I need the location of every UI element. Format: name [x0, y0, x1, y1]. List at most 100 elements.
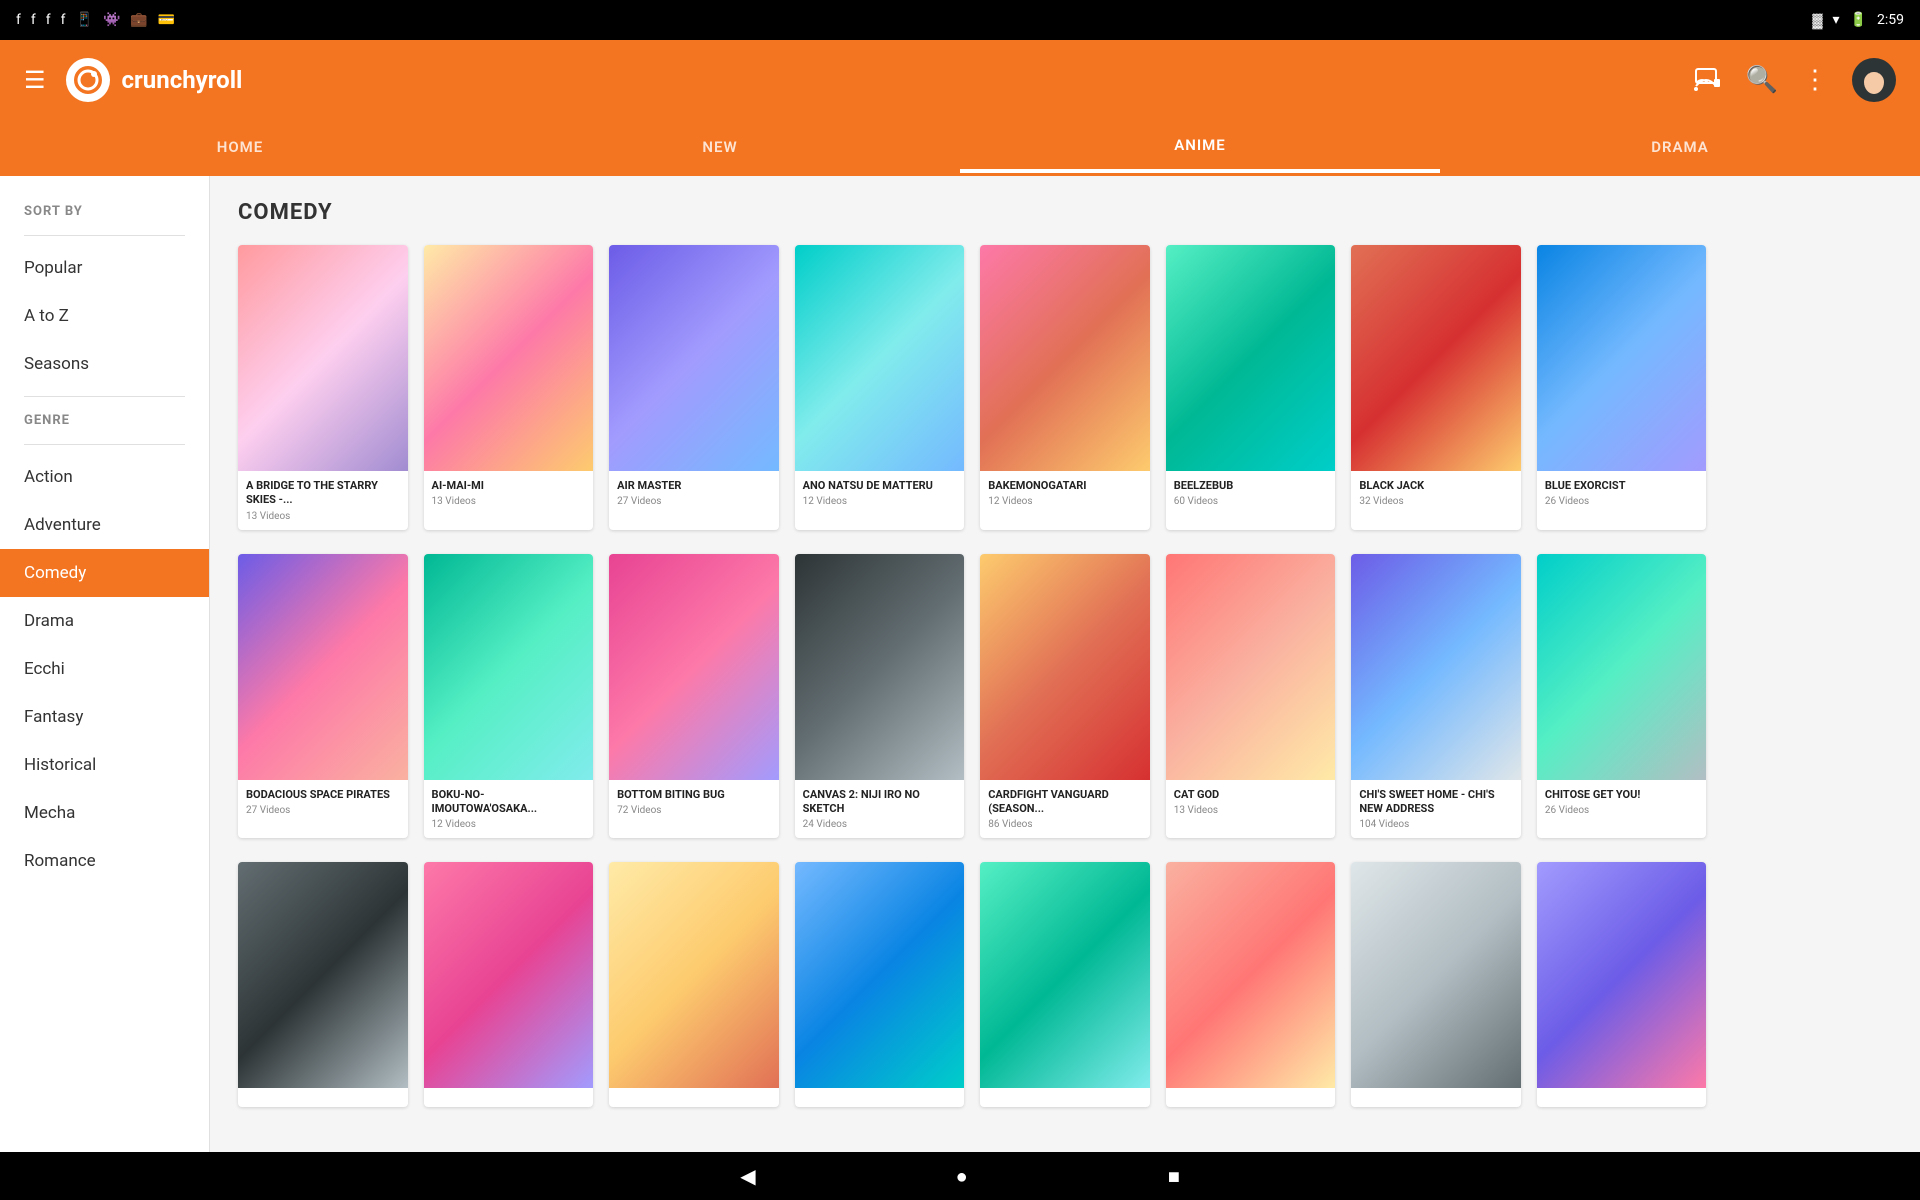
card-row1-0[interactable]: A BRIDGE TO THE STARRY SKIES -... 13 Vid…: [238, 245, 408, 530]
card-row3-4[interactable]: [980, 862, 1150, 1107]
card-title: CHITOSE GET YOU!: [1545, 788, 1699, 802]
sidebar-genre-adventure[interactable]: Adventure: [0, 501, 209, 549]
card-info: CAT GOD 13 Videos: [1166, 780, 1336, 824]
card-row3-5[interactable]: [1166, 862, 1336, 1107]
sidebar-sort-atoz[interactable]: A to Z: [0, 292, 209, 340]
section-title: COMEDY: [238, 200, 1892, 225]
logo-text: crunchyroll: [122, 66, 243, 94]
card-videos: 26 Videos: [1545, 496, 1699, 507]
sidebar-genre-romance[interactable]: Romance: [0, 837, 209, 885]
sidebar-genre-fantasy[interactable]: Fantasy: [0, 693, 209, 741]
phone-icon: 📱: [76, 12, 93, 28]
main-area: SORT BY Popular A to Z Seasons GENRE Act…: [0, 176, 1920, 1152]
card-videos: 32 Videos: [1359, 496, 1513, 507]
card-videos: 13 Videos: [432, 496, 586, 507]
card-title: CAT GOD: [1174, 788, 1328, 802]
card-row1-4[interactable]: BAKEMONOGATARI 12 Videos: [980, 245, 1150, 530]
more-icon[interactable]: ⋮: [1802, 65, 1828, 95]
card-title: BLUE EXORCIST: [1545, 479, 1699, 493]
card-info: BODACIOUS SPACE PIRATES 27 Videos: [238, 780, 408, 824]
square-button[interactable]: ■: [1168, 1164, 1180, 1189]
divider-3: [24, 444, 185, 445]
card-thumb: [238, 554, 408, 780]
card-thumb: [1351, 245, 1521, 471]
sidebar-sort-popular[interactable]: Popular: [0, 244, 209, 292]
alien-icon: 👾: [103, 12, 120, 28]
card-title: AI-MAI-MI: [432, 479, 586, 493]
card-thumb: [1166, 862, 1336, 1088]
card-row2-4[interactable]: CARDFIGHT VANGUARD (SEASON... 86 Videos: [980, 554, 1150, 839]
sidebar-genre-ecchi[interactable]: Ecchi: [0, 645, 209, 693]
card-row3-6[interactable]: [1351, 862, 1521, 1107]
card-videos: 12 Videos: [432, 819, 586, 830]
sort-by-label: SORT BY: [0, 196, 209, 227]
tab-drama[interactable]: DRAMA: [1440, 120, 1920, 173]
card-row3-2[interactable]: [609, 862, 779, 1107]
card-info: [609, 1088, 779, 1107]
card-title: BOTTOM BITING BUG: [617, 788, 771, 802]
sidebar-genre-drama[interactable]: Drama: [0, 597, 209, 645]
card-row1-1[interactable]: AI-MAI-MI 13 Videos: [424, 245, 594, 530]
fb-icon-4: f: [61, 12, 66, 28]
card-thumb: [980, 245, 1150, 471]
card-info: CARDFIGHT VANGUARD (SEASON... 86 Videos: [980, 780, 1150, 839]
card-thumb: [1537, 554, 1707, 780]
card-videos: 24 Videos: [803, 819, 957, 830]
hamburger-menu[interactable]: ☰: [24, 66, 46, 94]
signal-icon: ▓: [1812, 12, 1822, 29]
avatar[interactable]: [1852, 58, 1896, 102]
card-row2-1[interactable]: BOKU-NO-IMOUTOWA'OSAKA... 12 Videos: [424, 554, 594, 839]
sidebar-genre-historical[interactable]: Historical: [0, 741, 209, 789]
card-thumb: [424, 554, 594, 780]
card-title: BAKEMONOGATARI: [988, 479, 1142, 493]
sidebar-genre-mecha[interactable]: Mecha: [0, 789, 209, 837]
card-row3-1[interactable]: [424, 862, 594, 1107]
card-row2-5[interactable]: CAT GOD 13 Videos: [1166, 554, 1336, 839]
sidebar-genre-action[interactable]: Action: [0, 453, 209, 501]
search-icon[interactable]: 🔍: [1746, 65, 1778, 95]
card-videos: 86 Videos: [988, 819, 1142, 830]
card-row1-7[interactable]: BLUE EXORCIST 26 Videos: [1537, 245, 1707, 530]
battery-icon: 🔋: [1850, 12, 1867, 28]
row-3: [238, 862, 1892, 1107]
sidebar: SORT BY Popular A to Z Seasons GENRE Act…: [0, 176, 210, 1152]
tab-home[interactable]: HOME: [0, 120, 480, 173]
card-row2-7[interactable]: CHITOSE GET YOU! 26 Videos: [1537, 554, 1707, 839]
tab-anime[interactable]: ANIME: [960, 120, 1440, 173]
card-row3-0[interactable]: [238, 862, 408, 1107]
sidebar-genre-comedy[interactable]: Comedy: [0, 549, 209, 597]
sidebar-sort-seasons[interactable]: Seasons: [0, 340, 209, 388]
card-info: [980, 1088, 1150, 1107]
card-row2-0[interactable]: BODACIOUS SPACE PIRATES 27 Videos: [238, 554, 408, 839]
card-row1-2[interactable]: AIR MASTER 27 Videos: [609, 245, 779, 530]
bag-icon: 💼: [130, 12, 147, 28]
card-title: ANO NATSU DE MATTERU: [803, 479, 957, 493]
card-thumb: [424, 245, 594, 471]
card-info: CHI'S SWEET HOME - CHI'S NEW ADDRESS 104…: [1351, 780, 1521, 839]
card-info: ANO NATSU DE MATTERU 12 Videos: [795, 471, 965, 515]
card-info: CANVAS 2: NIJI IRO NO SKETCH 24 Videos: [795, 780, 965, 839]
card-row2-6[interactable]: CHI'S SWEET HOME - CHI'S NEW ADDRESS 104…: [1351, 554, 1521, 839]
card-row1-6[interactable]: BLACK JACK 32 Videos: [1351, 245, 1521, 530]
cast-icon[interactable]: [1694, 63, 1722, 97]
card-thumb: [1537, 862, 1707, 1088]
card-title: BLACK JACK: [1359, 479, 1513, 493]
card-row2-3[interactable]: CANVAS 2: NIJI IRO NO SKETCH 24 Videos: [795, 554, 965, 839]
card-title: BOKU-NO-IMOUTOWA'OSAKA...: [432, 788, 586, 817]
card-thumb: [795, 245, 965, 471]
tab-new[interactable]: NEW: [480, 120, 960, 173]
card-videos: 12 Videos: [803, 496, 957, 507]
card-info: BLACK JACK 32 Videos: [1351, 471, 1521, 515]
card-info: [1351, 1088, 1521, 1107]
card-row1-5[interactable]: BEELZEBUB 60 Videos: [1166, 245, 1336, 530]
card-thumb: [980, 554, 1150, 780]
logo: crunchyroll: [66, 58, 243, 102]
card-info: AI-MAI-MI 13 Videos: [424, 471, 594, 515]
back-button[interactable]: ◀: [740, 1164, 755, 1188]
card-row2-2[interactable]: BOTTOM BITING BUG 72 Videos: [609, 554, 779, 839]
home-button[interactable]: ●: [956, 1164, 968, 1189]
card-row3-3[interactable]: [795, 862, 965, 1107]
bottom-bar: ◀ ● ■: [0, 1152, 1920, 1200]
card-row1-3[interactable]: ANO NATSU DE MATTERU 12 Videos: [795, 245, 965, 530]
card-row3-7[interactable]: [1537, 862, 1707, 1107]
